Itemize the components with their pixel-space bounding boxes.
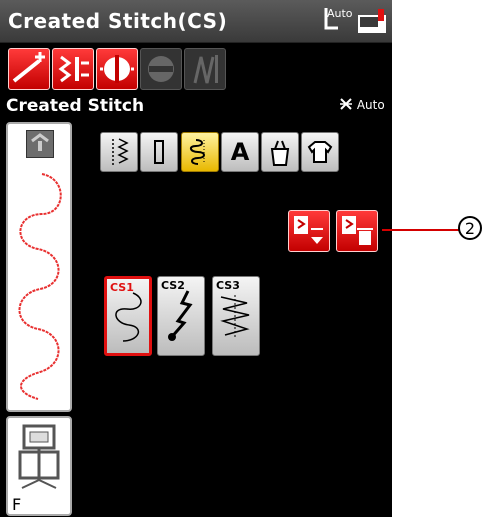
cs2-pattern-icon xyxy=(168,290,193,341)
width-plus-icon xyxy=(12,52,45,83)
shirt-icon xyxy=(307,141,333,163)
circle-pattern-icon xyxy=(148,56,174,82)
stitch-preview xyxy=(6,122,72,412)
delete-stitch-button[interactable] xyxy=(336,210,378,252)
sewing-machine-icon xyxy=(356,7,388,35)
needle-position-button xyxy=(140,48,182,90)
presser-foot-indicator[interactable]: F xyxy=(6,416,72,516)
callout-line xyxy=(382,229,460,231)
stitch-edit-icon xyxy=(58,55,89,83)
recall-stitch-button[interactable] xyxy=(288,210,330,252)
category-decorative[interactable] xyxy=(181,132,219,172)
stitch-path-preview xyxy=(18,173,62,400)
elongation-button xyxy=(184,48,226,90)
presser-foot-icon xyxy=(18,424,60,489)
category-straight-zigzag[interactable] xyxy=(100,132,138,172)
title-bar: Created Stitch(CS) Auto xyxy=(0,0,392,43)
category-buttonhole[interactable] xyxy=(140,132,178,172)
elongation-icon xyxy=(193,55,218,84)
straight-zigzag-icon xyxy=(112,138,129,165)
screen-title: Created Stitch(CS) xyxy=(8,9,228,33)
stitch-cs3[interactable]: CS3 xyxy=(212,276,260,356)
category-shirt[interactable] xyxy=(301,132,339,172)
stitch-width-plus-button[interactable] xyxy=(8,48,50,90)
section-title: Created Stitch xyxy=(6,96,145,116)
mirror-button[interactable] xyxy=(96,48,138,90)
auto-label: Auto xyxy=(327,7,353,20)
thread-cutter-icon xyxy=(340,98,352,110)
stitch-edit-button[interactable] xyxy=(52,48,94,90)
callout-number-label: 2 xyxy=(464,218,476,238)
category-alphabet[interactable]: A xyxy=(221,132,259,172)
stitch-cs1[interactable]: CS1 xyxy=(104,276,152,356)
callout-number: 2 xyxy=(458,216,482,240)
buttonhole-icon xyxy=(154,140,164,164)
bag-icon xyxy=(270,140,290,166)
decorative-stitch-icon xyxy=(190,139,205,165)
sub-auto-label: Auto xyxy=(356,98,385,112)
stitch-cs2[interactable]: CS2 xyxy=(157,276,205,356)
cs3-pattern-icon xyxy=(220,295,250,339)
presser-foot-letter: F xyxy=(12,495,22,514)
alphabet-icon: A xyxy=(230,138,250,166)
mirror-icon xyxy=(100,55,134,83)
machine-screen: Created Stitch(CS) Auto Created Stitch A… xyxy=(0,0,392,517)
category-bag[interactable] xyxy=(261,132,299,172)
recall-memory-icon xyxy=(294,216,323,244)
cs1-pattern-icon xyxy=(115,292,142,342)
trash-icon xyxy=(342,216,373,245)
thread-tension-auto[interactable]: Auto xyxy=(339,98,385,112)
